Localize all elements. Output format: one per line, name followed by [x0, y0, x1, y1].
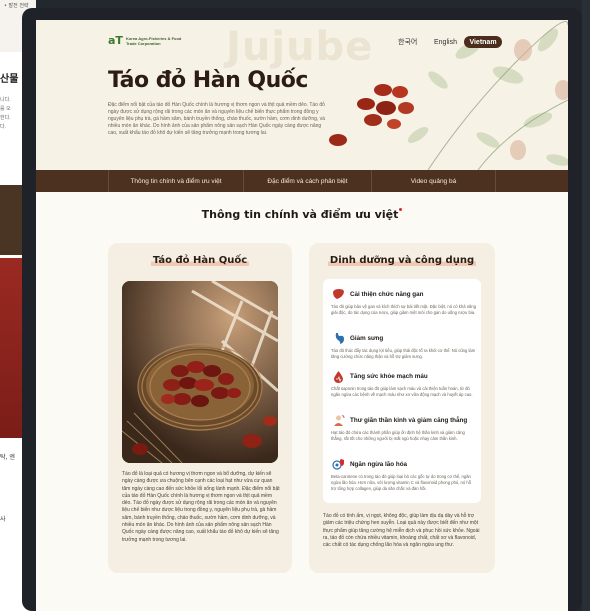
benefit-title: Giảm sưng [350, 334, 384, 342]
hero-description: Đặc điểm nổi bật của táo đỏ Hàn Quốc chí… [108, 102, 325, 136]
benefit-desc: Hạt táo đỏ chứa các thành phần giúp ổn đ… [331, 430, 465, 441]
benefit-desc: Chất saponin trong táo đỏ giúp làm sạch … [331, 386, 473, 397]
section-title: Thông tin chính và điểm ưu việt [36, 208, 568, 221]
background-bullet-text: • 발전 전략 [4, 3, 29, 9]
card-right-body: Táo đỏ có tính ấm, vị ngọt, không độc, g… [323, 513, 480, 549]
card-left-body: Táo đỏ là loại quả có hương vị thơm ngon… [122, 471, 280, 543]
benefit-item: Cải thiện chức năng gan Táo đỏ giúp bảo … [331, 287, 477, 316]
background-right-edge [582, 0, 590, 611]
benefit-title: Cải thiện chức năng gan [350, 290, 424, 298]
benefit-desc: Táo đỏ giúp bảo vệ gan và kích thích sự … [331, 304, 477, 315]
jujube-basket-photo [122, 281, 278, 463]
benefit-title: Tăng sức khỏe mạch máu [350, 372, 428, 380]
benefit-item: Giảm sưng Táo đỏ thúc đẩy tác dụng lợi t… [331, 331, 477, 360]
card-title-text: Táo đỏ Hàn Quốc [150, 255, 250, 266]
logo-mark: aT [108, 34, 123, 47]
popup-page[interactable]: Jujube aT Korea Agro-Fisheries & Food Tr… [36, 20, 568, 611]
benefit-title: Thư giãn thần kinh và giảm căng thẳng [350, 416, 468, 424]
background-fragment-bottom: 탁, 엔 [0, 454, 15, 461]
card-title: Dinh dưỡng và công dụng [309, 255, 495, 266]
logo-text: Korea Agro-Fisheries & Food Trade Corpor… [125, 35, 182, 46]
benefit-item: Thư giãn thần kinh và giảm căng thẳng Hạ… [331, 413, 477, 442]
benefit-desc: Beta-carotene có trong táo đỏ giúp loại … [331, 474, 472, 491]
background-fragment-title: 산물 [0, 74, 19, 85]
benefits-list: Cải thiện chức năng gan Táo đỏ giúp bảo … [323, 279, 481, 503]
blood-drop-icon [331, 369, 345, 383]
section-title-text: Thông tin chính và điểm ưu việt [201, 208, 399, 221]
brand-logo[interactable]: aT Korea Agro-Fisheries & Food Trade Cor… [108, 34, 188, 47]
benefit-desc: Táo đỏ thúc đẩy tác dụng lợi tiểu, giúp … [331, 348, 476, 359]
liver-icon [331, 287, 345, 301]
section-nav: Thông tin chính và điểm ưu việt Đặc điểm… [36, 170, 568, 192]
stomach-icon [331, 331, 345, 345]
popup-window: Jujube aT Korea Agro-Fisheries & Food Tr… [22, 8, 582, 611]
nav-tab-characteristics[interactable]: Đặc điểm và cách phân biệt [244, 170, 372, 192]
card-korean-jujube: Táo đỏ Hàn Quốc Táo đỏ là loại quả có hư… [108, 243, 292, 573]
card-title: Táo đỏ Hàn Quốc [108, 255, 292, 266]
nav-tab-promo-video[interactable]: Video quảng bá [372, 170, 496, 192]
card-title-text: Dinh dưỡng và công dụng [327, 255, 477, 266]
relax-person-icon [331, 413, 345, 427]
language-korean[interactable]: 한국어 [398, 36, 417, 48]
hero-title: Táo đỏ Hàn Quốc [108, 68, 308, 93]
language-english[interactable]: English [434, 36, 457, 48]
background-fragment-bottom-2: 사 [0, 516, 6, 523]
hero-section: Jujube aT Korea Agro-Fisheries & Food Tr… [36, 20, 568, 170]
benefit-item: Tăng sức khỏe mạch máu Chất saponin tron… [331, 369, 477, 398]
benefit-title: Ngăn ngừa lão hóa [350, 460, 408, 468]
section-title-dot [399, 208, 403, 211]
language-vietnam-active[interactable]: Vietnam [464, 36, 502, 48]
shield-virus-icon [331, 457, 345, 471]
benefit-item: Ngăn ngừa lão hóa Beta-carotene có trong… [331, 457, 477, 491]
card-nutrition: Dinh dưỡng và công dụng Cải thiện chức n… [309, 243, 495, 573]
nav-tab-main-info[interactable]: Thông tin chính và điểm ưu việt [108, 170, 244, 192]
